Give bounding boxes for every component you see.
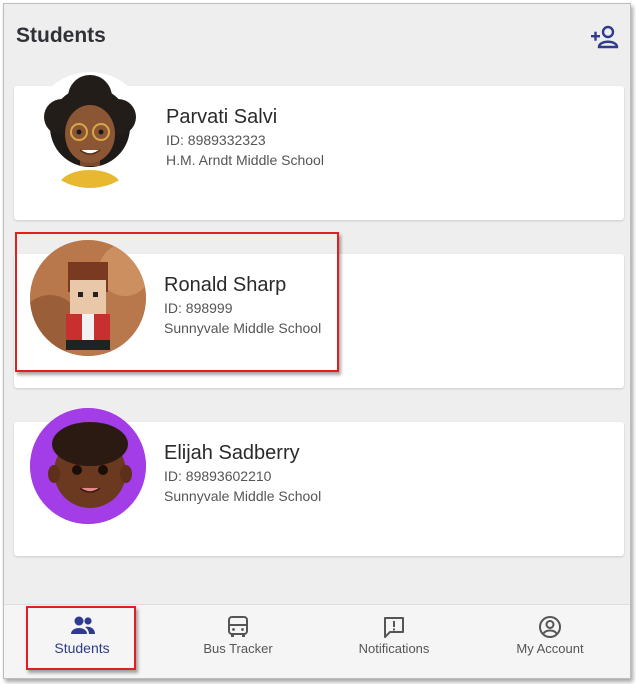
app-window: Students Parvati Salvi ID: 8989332323 H.… xyxy=(3,3,631,679)
student-school: Sunnyvale Middle School xyxy=(164,488,322,504)
bus-icon xyxy=(228,616,248,637)
account-circle-icon xyxy=(539,616,561,638)
nav-bus-tracker[interactable]: Bus Tracker xyxy=(160,605,316,678)
person-add-icon xyxy=(591,25,619,49)
nav-notifications[interactable]: Notifications xyxy=(316,605,472,678)
page-title: Students xyxy=(16,24,106,47)
student-name: Parvati Salvi xyxy=(166,106,278,128)
notification-icon xyxy=(384,617,404,638)
highlight-box xyxy=(26,606,136,670)
cartoon-girl-avatar xyxy=(44,75,136,188)
header: Students xyxy=(4,4,630,66)
student-id: ID: 8989332323 xyxy=(166,132,266,148)
add-student-button[interactable] xyxy=(590,24,620,50)
nav-label: Bus Tracker xyxy=(203,641,273,656)
student-avatar xyxy=(30,408,146,524)
student-card[interactable]: Elijah Sadberry ID: 89893602210 Sunnyval… xyxy=(14,408,624,556)
student-name: Elijah Sadberry xyxy=(164,442,300,464)
student-school: H.M. Arndt Middle School xyxy=(166,152,324,168)
nav-label: My Account xyxy=(516,641,584,656)
nav-my-account[interactable]: My Account xyxy=(472,605,628,678)
cartoon-boy-avatar xyxy=(30,408,146,524)
student-avatar xyxy=(32,72,148,188)
student-id: ID: 89893602210 xyxy=(164,468,272,484)
nav-label: Notifications xyxy=(358,641,430,656)
highlight-box xyxy=(15,232,339,372)
student-card[interactable]: Parvati Salvi ID: 8989332323 H.M. Arndt … xyxy=(14,72,624,220)
